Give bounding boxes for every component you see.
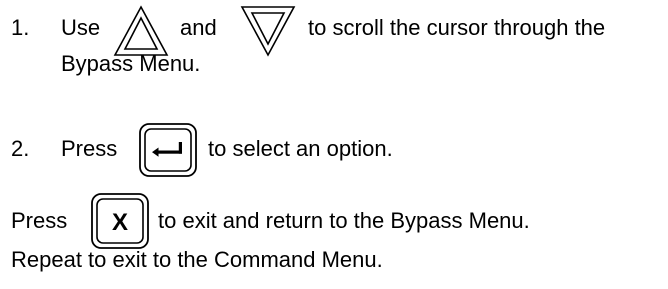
step-1-text-line2: Bypass Menu.	[61, 51, 201, 76]
step-1-number: 1.	[11, 15, 30, 40]
step-2-text-rest: to select an option.	[208, 136, 393, 161]
note-text-line2: Repeat to exit to the Command Menu.	[11, 247, 383, 272]
exit-key-icon: X	[91, 193, 149, 249]
enter-key-icon	[139, 123, 197, 177]
step-2-text-press: Press	[61, 136, 118, 161]
step-1-text-rest: to scroll the cursor through the	[308, 15, 606, 40]
instruction-page: { "steps": [ { "number": "1.", "part1": …	[0, 0, 668, 289]
step-1-text-use: Use	[61, 15, 101, 40]
down-arrow-key-icon	[240, 6, 296, 57]
up-arrow-key-icon	[113, 5, 169, 56]
note-text-press: Press	[11, 208, 68, 233]
exit-key-label: X	[112, 209, 128, 236]
step-1-text-and: and	[180, 15, 217, 40]
step-2-number: 2.	[11, 136, 30, 161]
note-text-rest: to exit and return to the Bypass Menu.	[158, 208, 530, 233]
